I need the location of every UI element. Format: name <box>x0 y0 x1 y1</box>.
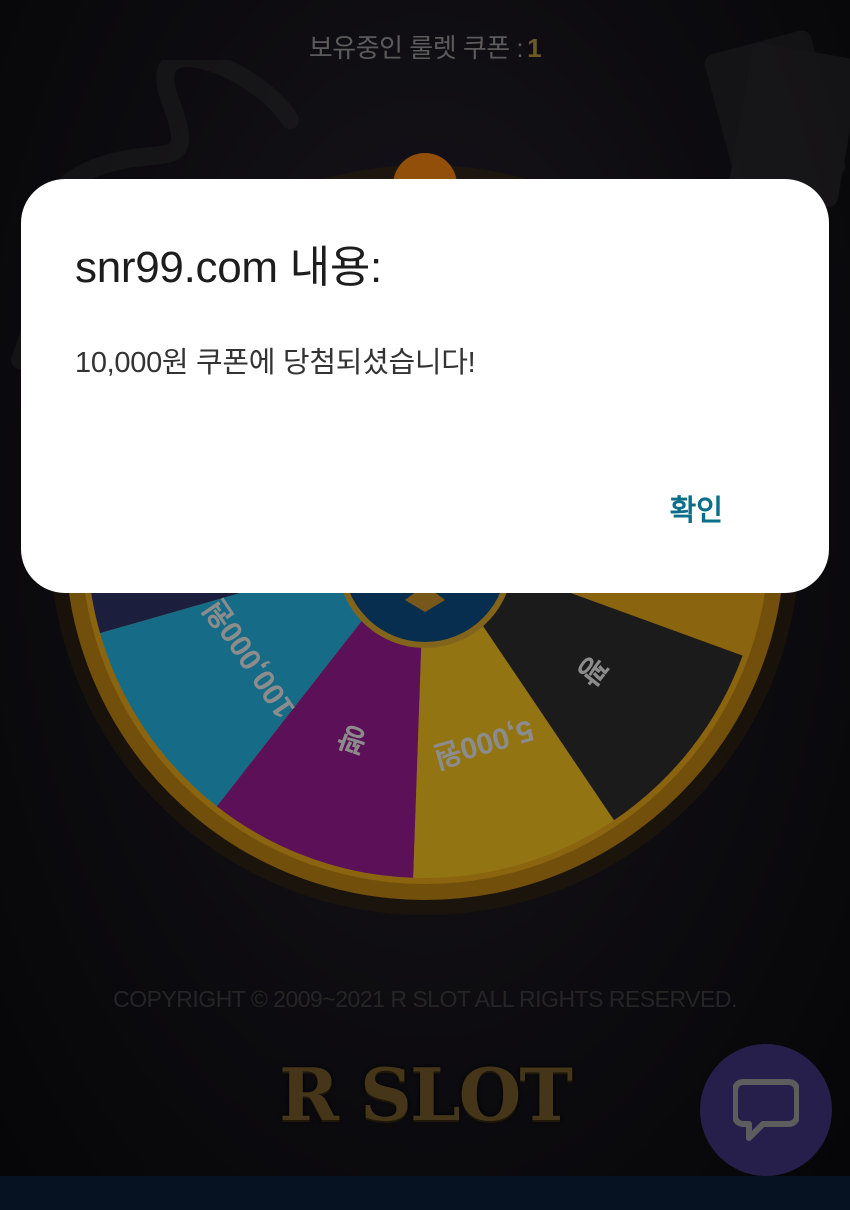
confirm-button[interactable]: 확인 <box>668 483 725 533</box>
dialog-message: 10,000원 쿠폰에 당첨되셨습니다! <box>75 347 476 379</box>
alert-dialog: snr99.com 내용: 10,000원 쿠폰에 당첨되셨습니다! 확인 <box>21 179 829 593</box>
dialog-title: snr99.com 내용: <box>75 243 382 292</box>
